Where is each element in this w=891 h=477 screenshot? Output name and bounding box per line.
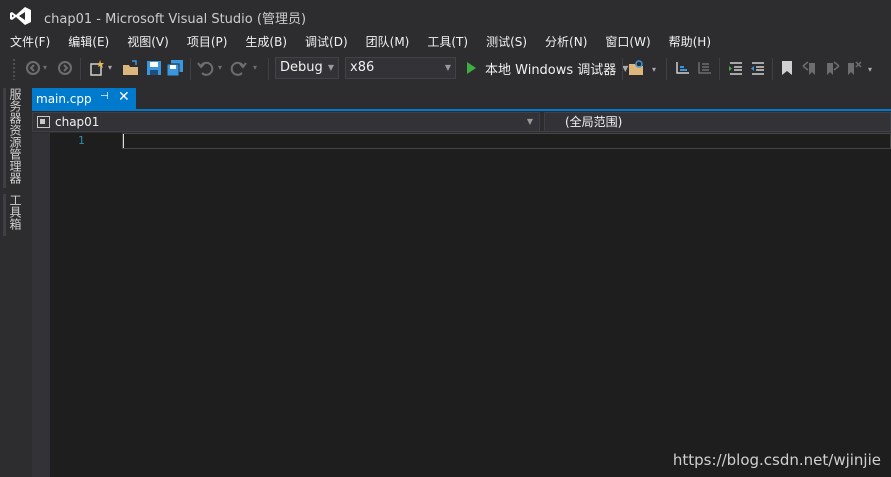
menu-test[interactable]: 测试(S) (477, 32, 536, 52)
visual-studio-logo-icon (10, 7, 31, 25)
solution-configuration-value: Debug (280, 60, 323, 75)
open-file-icon[interactable] (122, 59, 140, 77)
new-project-icon[interactable] (88, 59, 106, 77)
find-in-files-icon[interactable] (628, 59, 646, 77)
back-dropdown-icon[interactable]: ▾ (43, 63, 47, 81)
close-icon[interactable]: ✕ (118, 89, 130, 105)
chevron-down-icon: ▼ (444, 63, 451, 72)
toolbox-tab[interactable]: 工具箱 (3, 194, 22, 236)
standard-toolbar: ▾ ▾ ▾ ▾ Debug ▼ x86 ▼ 本地 Windows 调试器 ▼ ▾… (0, 54, 891, 82)
chevron-down-icon: ▼ (327, 63, 334, 72)
toolbar-separator (772, 58, 773, 80)
navigation-bar: chap01 ▼ (全局范围) (32, 112, 891, 132)
save-all-icon[interactable] (166, 59, 184, 77)
menu-file[interactable]: 文件(F) (0, 32, 59, 52)
clear-bookmarks-icon[interactable] (845, 59, 863, 77)
tab-label: main.cpp (36, 92, 92, 106)
line-number: 1 (78, 134, 85, 147)
solution-platform-value: x86 (350, 60, 375, 75)
toolbar-separator (190, 58, 191, 80)
menu-help[interactable]: 帮助(H) (660, 32, 720, 52)
start-debugging-label: 本地 Windows 调试器 (485, 62, 617, 78)
document-well: main.cpp ⊣ ✕ chap01 ▼ (全局范围) 1 https://b… (32, 84, 891, 477)
window-title: chap01 - Microsoft Visual Studio (管理员) (44, 12, 307, 27)
document-tab-strip: main.cpp ⊣ ✕ (32, 88, 891, 110)
menu-tools[interactable]: 工具(T) (418, 32, 477, 52)
toolbar-grip[interactable] (12, 58, 16, 80)
menu-edit[interactable]: 编辑(E) (59, 32, 118, 52)
menu-team[interactable]: 团队(M) (357, 32, 419, 52)
prev-bookmark-icon[interactable] (801, 59, 819, 77)
bookmark-icon[interactable] (779, 59, 795, 77)
title-bar: chap01 - Microsoft Visual Studio (管理员) (0, 0, 891, 32)
forward-icon[interactable] (56, 59, 74, 77)
toolbar-overflow-icon[interactable]: ▾ (868, 65, 872, 83)
comment-icon[interactable] (674, 59, 692, 77)
play-icon (467, 62, 476, 74)
project-scope-select[interactable]: chap01 ▼ (32, 112, 540, 132)
text-caret (123, 134, 124, 148)
redo-dropdown-icon[interactable]: ▾ (253, 63, 257, 81)
left-dock-strip: 服务器资源管理器 工具箱 (0, 84, 26, 477)
server-explorer-tab[interactable]: 服务器资源管理器 (3, 88, 22, 188)
current-line-highlight (122, 133, 891, 149)
pin-icon[interactable]: ⊣ (100, 91, 109, 102)
global-scope-value: (全局范围) (565, 115, 623, 129)
toolbar-separator (622, 58, 623, 80)
start-debugging-button[interactable]: 本地 Windows 调试器 ▼ (463, 58, 628, 78)
save-icon[interactable] (145, 59, 163, 77)
undo-icon[interactable] (196, 59, 214, 77)
active-tab-underline (32, 109, 891, 111)
cpp-project-icon (37, 116, 50, 128)
solution-platform-select[interactable]: x86 ▼ (345, 57, 456, 79)
indent-icon[interactable] (727, 59, 745, 77)
undo-dropdown-icon[interactable]: ▾ (218, 63, 222, 81)
indicator-margin[interactable] (32, 133, 50, 477)
menu-analyze[interactable]: 分析(N) (536, 32, 596, 52)
outdent-icon[interactable] (749, 59, 767, 77)
toolbar-separator (268, 58, 269, 80)
menu-view[interactable]: 视图(V) (118, 32, 178, 52)
code-editor[interactable]: 1 https://blog.csdn.net/wjinjie (32, 133, 891, 477)
toolbar-separator (80, 58, 81, 80)
menu-window[interactable]: 窗口(W) (596, 32, 659, 52)
uncomment-icon[interactable] (696, 59, 714, 77)
menu-bar: 文件(F) 编辑(E) 视图(V) 项目(P) 生成(B) 调试(D) 团队(M… (0, 32, 891, 52)
overflow-dropdown-icon[interactable]: ▾ (652, 65, 656, 83)
menu-debug[interactable]: 调试(D) (296, 32, 357, 52)
menu-build[interactable]: 生成(B) (236, 32, 296, 52)
project-scope-value: chap01 (55, 115, 100, 129)
redo-icon[interactable] (230, 59, 248, 77)
menu-project[interactable]: 项目(P) (178, 32, 237, 52)
toolbar-separator (666, 58, 667, 80)
next-bookmark-icon[interactable] (823, 59, 841, 77)
watermark-text: https://blog.csdn.net/wjinjie (672, 451, 881, 469)
global-scope-select[interactable]: (全局范围) (544, 112, 891, 132)
tab-main-cpp[interactable]: main.cpp ⊣ ✕ (32, 88, 136, 110)
back-icon[interactable] (24, 59, 42, 77)
chevron-down-icon: ▼ (526, 117, 533, 126)
new-dropdown-icon[interactable]: ▾ (108, 63, 112, 81)
toolbar-separator (719, 58, 720, 80)
solution-configuration-select[interactable]: Debug ▼ (275, 57, 339, 79)
